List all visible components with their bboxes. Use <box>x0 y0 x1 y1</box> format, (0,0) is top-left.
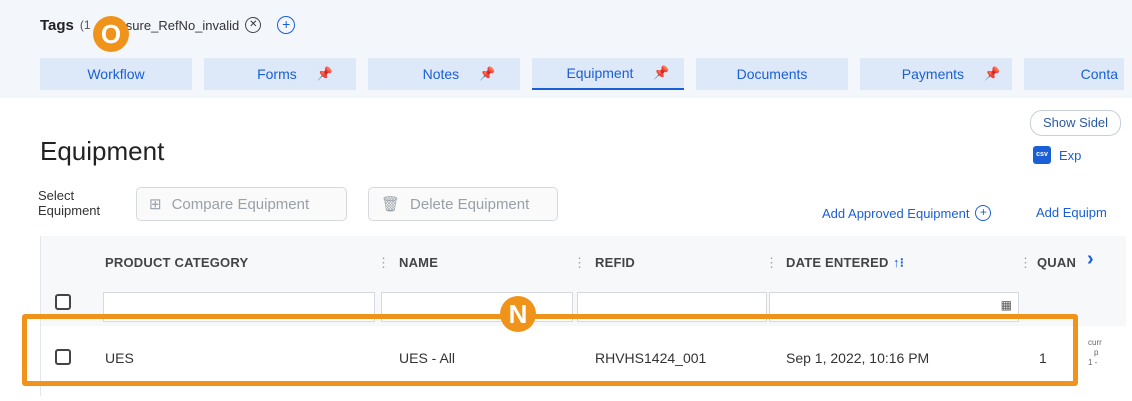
grid-header: PRODUCT CATEGORY ⋮ NAME ⋮ REFID ⋮ DATE E… <box>41 236 1126 289</box>
select-label-line: Equipment <box>38 203 101 218</box>
annotation-marker-n: N <box>500 296 536 332</box>
compare-equipment-button[interactable]: ⊞ Compare Equipment <box>136 187 347 221</box>
tab-forms[interactable]: Forms 📌 <box>204 58 356 90</box>
tab-contacts[interactable]: Conta <box>1024 58 1124 90</box>
tab-equipment[interactable]: Equipment 📌 <box>532 58 684 90</box>
select-equipment-label: Select Equipment <box>38 188 100 218</box>
tab-workflow[interactable]: Workflow <box>40 58 192 90</box>
pin-icon[interactable]: 📌 <box>317 66 333 82</box>
tab-payments[interactable]: Payments 📌 <box>860 58 1012 90</box>
add-approved-label: Add Approved Equipment <box>822 205 970 221</box>
column-menu-icon[interactable]: ⋮ <box>1019 255 1032 271</box>
column-header-quantity[interactable]: QUAN <box>1037 255 1076 270</box>
export-csv-button[interactable]: csv Exp <box>1033 146 1081 164</box>
chevron-right-icon[interactable]: › <box>1087 248 1094 271</box>
column-menu-icon[interactable]: ⋮ <box>377 255 390 271</box>
tab-notes[interactable]: Notes 📌 <box>368 58 520 90</box>
pagination-line: curr <box>1088 338 1102 347</box>
pin-icon[interactable]: 📌 <box>479 66 495 82</box>
calendar-icon[interactable]: ▦ <box>1001 298 1012 312</box>
add-tag-icon[interactable]: + <box>277 16 296 34</box>
select-label-line: Select <box>38 188 75 203</box>
tab-label: Notes <box>422 66 460 82</box>
add-equipment-link[interactable]: Add Equipm <box>1036 205 1107 220</box>
export-label: Exp <box>1059 147 1082 163</box>
tab-bar: Workflow Forms 📌 Notes 📌 Equipment 📌 Doc… <box>40 58 1124 90</box>
close-icon[interactable]: ✕ <box>245 17 262 33</box>
column-menu-icon[interactable]: ⋮ <box>765 255 778 271</box>
select-all-checkbox[interactable] <box>55 294 71 310</box>
csv-icon: csv <box>1033 146 1051 164</box>
delete-label: Delete Equipment <box>410 195 530 213</box>
sort-ascending-icon[interactable]: ↑⁝ <box>893 255 904 271</box>
tab-label: Conta <box>1080 66 1118 82</box>
pagination-line: p <box>1094 348 1099 357</box>
tag-chip-label: asure_RefNo_invalid <box>118 17 240 33</box>
page-title: Equipment <box>40 136 165 166</box>
show-sidebar-button[interactable]: Show Sidel <box>1030 110 1122 136</box>
pagination-line: 1 - <box>1088 358 1098 367</box>
column-header-product-category[interactable]: PRODUCT CATEGORY <box>105 255 248 270</box>
highlight-outline <box>22 314 1078 386</box>
column-header-refid[interactable]: REFID <box>595 255 635 270</box>
tab-documents[interactable]: Documents <box>696 58 848 90</box>
column-header-date-entered[interactable]: DATE ENTERED <box>786 255 889 270</box>
tab-label: Equipment <box>566 65 634 81</box>
plus-circle-icon: + <box>975 205 992 221</box>
delete-equipment-button[interactable]: 🗑 Delete Equipment <box>368 187 558 221</box>
pin-icon[interactable]: 📌 <box>653 65 669 81</box>
tab-label: Documents <box>736 66 808 82</box>
column-menu-icon[interactable]: ⋮ <box>573 255 586 271</box>
pin-icon[interactable]: 📌 <box>984 66 1000 82</box>
compare-label: Compare Equipment <box>171 195 310 213</box>
trash-icon: 🗑 <box>381 196 401 213</box>
header-area: Tags (1 asure_RefNo_invalid ✕ + Workflow… <box>0 0 1132 98</box>
tags-bar: Tags (1 asure_RefNo_invalid ✕ + <box>40 16 296 34</box>
tab-label: Forms <box>257 66 297 82</box>
tab-label: Payments <box>901 66 965 82</box>
column-header-name[interactable]: NAME <box>399 255 438 270</box>
annotation-marker-o: O <box>93 16 129 52</box>
tab-label: Workflow <box>87 66 145 82</box>
add-approved-equipment-link[interactable]: Add Approved Equipment + <box>822 205 992 221</box>
compare-icon: ⊞ <box>149 196 162 213</box>
tags-count: (1 <box>79 18 91 32</box>
pagination-text: curr p 1 - <box>1088 338 1102 368</box>
tags-label: Tags <box>40 16 74 34</box>
tag-chip[interactable]: asure_RefNo_invalid ✕ <box>119 17 262 33</box>
